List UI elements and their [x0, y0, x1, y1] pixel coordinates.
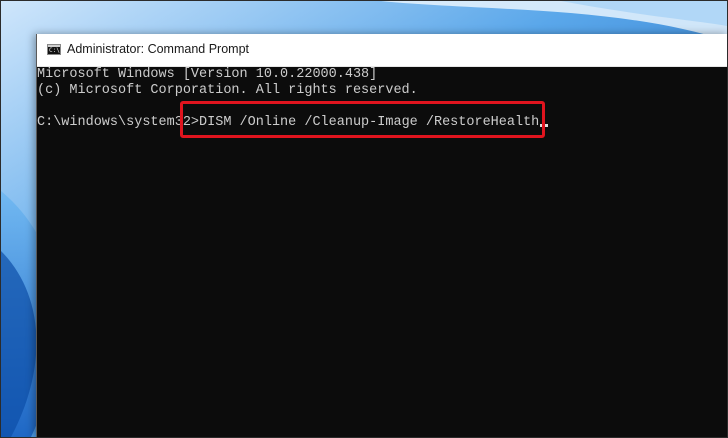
screenshot-frame: C:\ Administrator: Command Prompt Micros… — [0, 0, 728, 438]
command-highlight-box — [180, 101, 545, 138]
command-prompt-window[interactable]: C:\ Administrator: Command Prompt Micros… — [36, 34, 727, 437]
console-line-copyright: (c) Microsoft Corporation. All rights re… — [37, 83, 418, 98]
cmd-icon: C:\ — [47, 44, 61, 55]
cmd-icon-glyph: C:\ — [49, 47, 60, 54]
console-area[interactable]: Microsoft Windows [Version 10.0.22000.43… — [37, 67, 727, 437]
console-line-version: Microsoft Windows [Version 10.0.22000.43… — [37, 67, 378, 82]
console-prompt: C:\windows\system32> — [37, 115, 200, 130]
window-title: Administrator: Command Prompt — [67, 42, 250, 56]
window-titlebar[interactable]: C:\ Administrator: Command Prompt — [37, 34, 727, 67]
